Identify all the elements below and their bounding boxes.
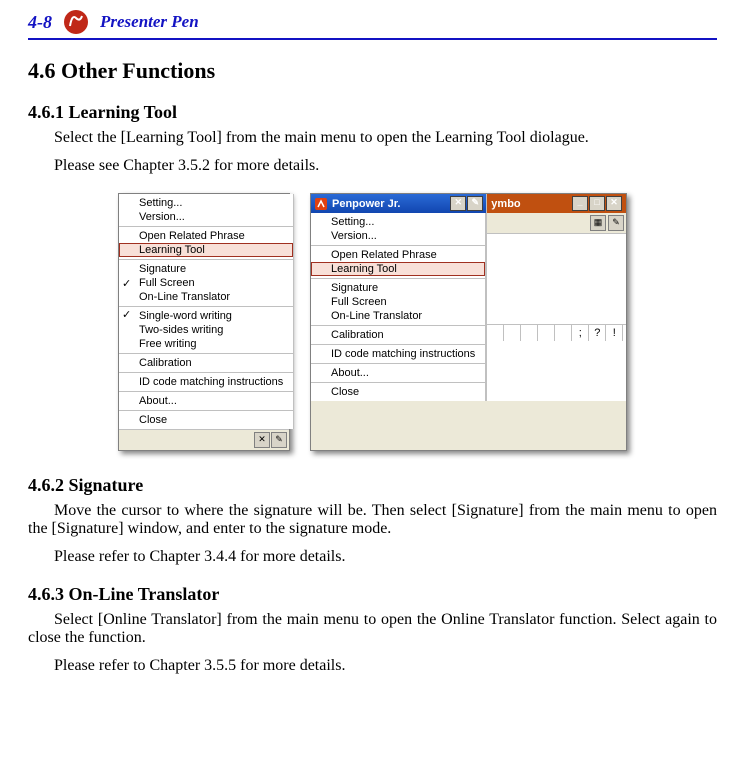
body-text: Select the [Learning Tool] from the main… xyxy=(28,129,717,147)
menu-item-label: On-Line Translator xyxy=(331,310,422,322)
close-icon[interactable]: ✕ xyxy=(254,432,270,448)
menu-item[interactable]: Learning Tool xyxy=(119,243,293,257)
menu-item-label: Open Related Phrase xyxy=(331,249,437,261)
menu-item[interactable]: Close xyxy=(119,410,293,427)
menu-item-label: Single-word writing xyxy=(139,310,232,322)
body-text: Please refer to Chapter 3.4.4 for more d… xyxy=(28,548,717,566)
checkmark-icon: ✓ xyxy=(122,277,131,290)
subheading-signature: 4.6.2 Signature xyxy=(28,475,717,496)
tool-icon[interactable]: ✎ xyxy=(467,196,483,211)
menu-item-label: Calibration xyxy=(139,357,192,369)
app-window: Penpower Jr. ✕ ✎ Setting... Version... Ope… xyxy=(310,193,627,451)
symbol-cell[interactable] xyxy=(504,325,521,341)
menu-item[interactable]: On-Line Translator xyxy=(311,309,485,323)
context-menu-list: Setting... Version... Open Related Phrase L… xyxy=(119,194,294,429)
maximize-icon[interactable]: □ xyxy=(589,196,605,211)
tool-icon[interactable]: ✎ xyxy=(608,215,624,231)
close-icon[interactable]: ✕ xyxy=(606,196,622,211)
symbol-cell[interactable] xyxy=(555,325,572,341)
menu-item-label: On-Line Translator xyxy=(139,291,230,303)
menu-item[interactable]: Version... xyxy=(311,229,485,243)
menu-item[interactable]: On-Line Translator xyxy=(119,290,293,304)
menu-item[interactable]: Full Screen xyxy=(311,295,485,309)
menu-item[interactable]: Learning Tool xyxy=(311,262,485,276)
menu-item[interactable]: About... xyxy=(119,391,293,408)
menu-item[interactable]: ✓ Full Screen xyxy=(119,276,293,290)
menu-item-label: Open Related Phrase xyxy=(139,230,245,242)
right-pane: ymbo _ □ ✕ ▦ ✎ ;?! xyxy=(486,194,626,401)
menu-item[interactable]: Calibration xyxy=(311,325,485,342)
menu-item[interactable]: ID code matching instructions xyxy=(119,372,293,389)
menu-item-label: ID code matching instructions xyxy=(331,348,475,360)
menu-item-label: Version... xyxy=(331,230,377,242)
symbol-cell[interactable]: ; xyxy=(572,325,589,341)
body-text: Please see Chapter 3.5.2 for more detail… xyxy=(28,157,717,175)
symbol-cell[interactable] xyxy=(487,325,504,341)
menu-item[interactable]: Free writing xyxy=(119,337,293,351)
menu-item[interactable]: Setting... xyxy=(311,215,485,229)
subheading-online-translator: 4.6.3 On-Line Translator xyxy=(28,584,717,605)
body-text: Please refer to Chapter 3.5.5 for more d… xyxy=(28,657,717,675)
minimize-icon[interactable]: _ xyxy=(572,196,588,211)
menu-item-label: Full Screen xyxy=(139,277,195,289)
logo-icon xyxy=(62,8,90,36)
menu-item[interactable]: Signature xyxy=(311,278,485,295)
tool-icon[interactable]: ▦ xyxy=(590,215,606,231)
menu-item-label: Calibration xyxy=(331,329,384,341)
menu-item[interactable]: Calibration xyxy=(119,353,293,370)
header-title: Presenter Pen xyxy=(100,12,199,32)
figure-row: Setting... Version... Open Related Phrase L… xyxy=(28,193,717,451)
menu-item[interactable]: About... xyxy=(311,363,485,380)
menu-item-label: Signature xyxy=(139,263,186,275)
menu-item-label: Full Screen xyxy=(331,296,387,308)
menu-item[interactable]: Close xyxy=(311,382,485,399)
symbol-cell[interactable] xyxy=(538,325,555,341)
menu-item[interactable]: Setting... xyxy=(119,196,293,210)
menu-item-label: Learning Tool xyxy=(331,263,397,275)
menu-item[interactable]: Open Related Phrase xyxy=(311,245,485,262)
palette-titlebar: ymbo _ □ ✕ xyxy=(487,194,626,213)
menu-item[interactable]: Open Related Phrase xyxy=(119,226,293,243)
page-header: 4-8 Presenter Pen xyxy=(28,0,717,40)
symbol-grid-row: ;?! xyxy=(487,324,626,341)
menu-item[interactable]: Version... xyxy=(119,210,293,224)
page-number: 4-8 xyxy=(28,12,52,33)
body-text: Select [Online Translator] from the main… xyxy=(28,611,717,647)
menu-item-label: Signature xyxy=(331,282,378,294)
menu-item-label: About... xyxy=(331,367,369,379)
tool-icon[interactable]: ✎ xyxy=(271,432,287,448)
symbol-cell[interactable] xyxy=(521,325,538,341)
menu-item-label: About... xyxy=(139,395,177,407)
menu-item-label: Setting... xyxy=(139,197,182,209)
menu-item[interactable]: Two-sides writing xyxy=(119,323,293,337)
body-text: Move the cursor to where the signature w… xyxy=(28,502,717,538)
subheading-learning-tool: 4.6.1 Learning Tool xyxy=(28,102,717,123)
mini-toolbar: ✕ ✎ xyxy=(119,429,289,450)
symbol-cell[interactable]: ! xyxy=(606,325,623,341)
context-menu-window: Setting... Version... Open Related Phrase L… xyxy=(118,193,290,451)
menu-item-label: Close xyxy=(139,414,167,426)
menu-item-label: ID code matching instructions xyxy=(139,376,283,388)
symbol-cell[interactable]: ? xyxy=(589,325,606,341)
window-title: Penpower Jr. xyxy=(332,198,400,210)
menu-item[interactable]: Signature xyxy=(119,259,293,276)
app-menu-list: Setting... Version... Open Related Phrase L… xyxy=(311,213,486,401)
menu-item-label: Two-sides writing xyxy=(139,324,223,336)
titlebar: Penpower Jr. ✕ ✎ xyxy=(311,194,486,213)
menu-item-label: Learning Tool xyxy=(139,244,205,256)
palette-title: ymbo xyxy=(491,198,520,210)
close-icon[interactable]: ✕ xyxy=(450,196,466,211)
section-heading: 4.6 Other Functions xyxy=(28,58,717,84)
menu-item-label: Close xyxy=(331,386,359,398)
menu-item-label: Setting... xyxy=(331,216,374,228)
menu-item[interactable]: ✓ Single-word writing xyxy=(119,306,293,323)
menu-item-label: Free writing xyxy=(139,338,196,350)
app-icon xyxy=(314,197,328,211)
checkmark-icon: ✓ xyxy=(122,308,131,321)
menu-item-label: Version... xyxy=(139,211,185,223)
menu-item[interactable]: ID code matching instructions xyxy=(311,344,485,361)
